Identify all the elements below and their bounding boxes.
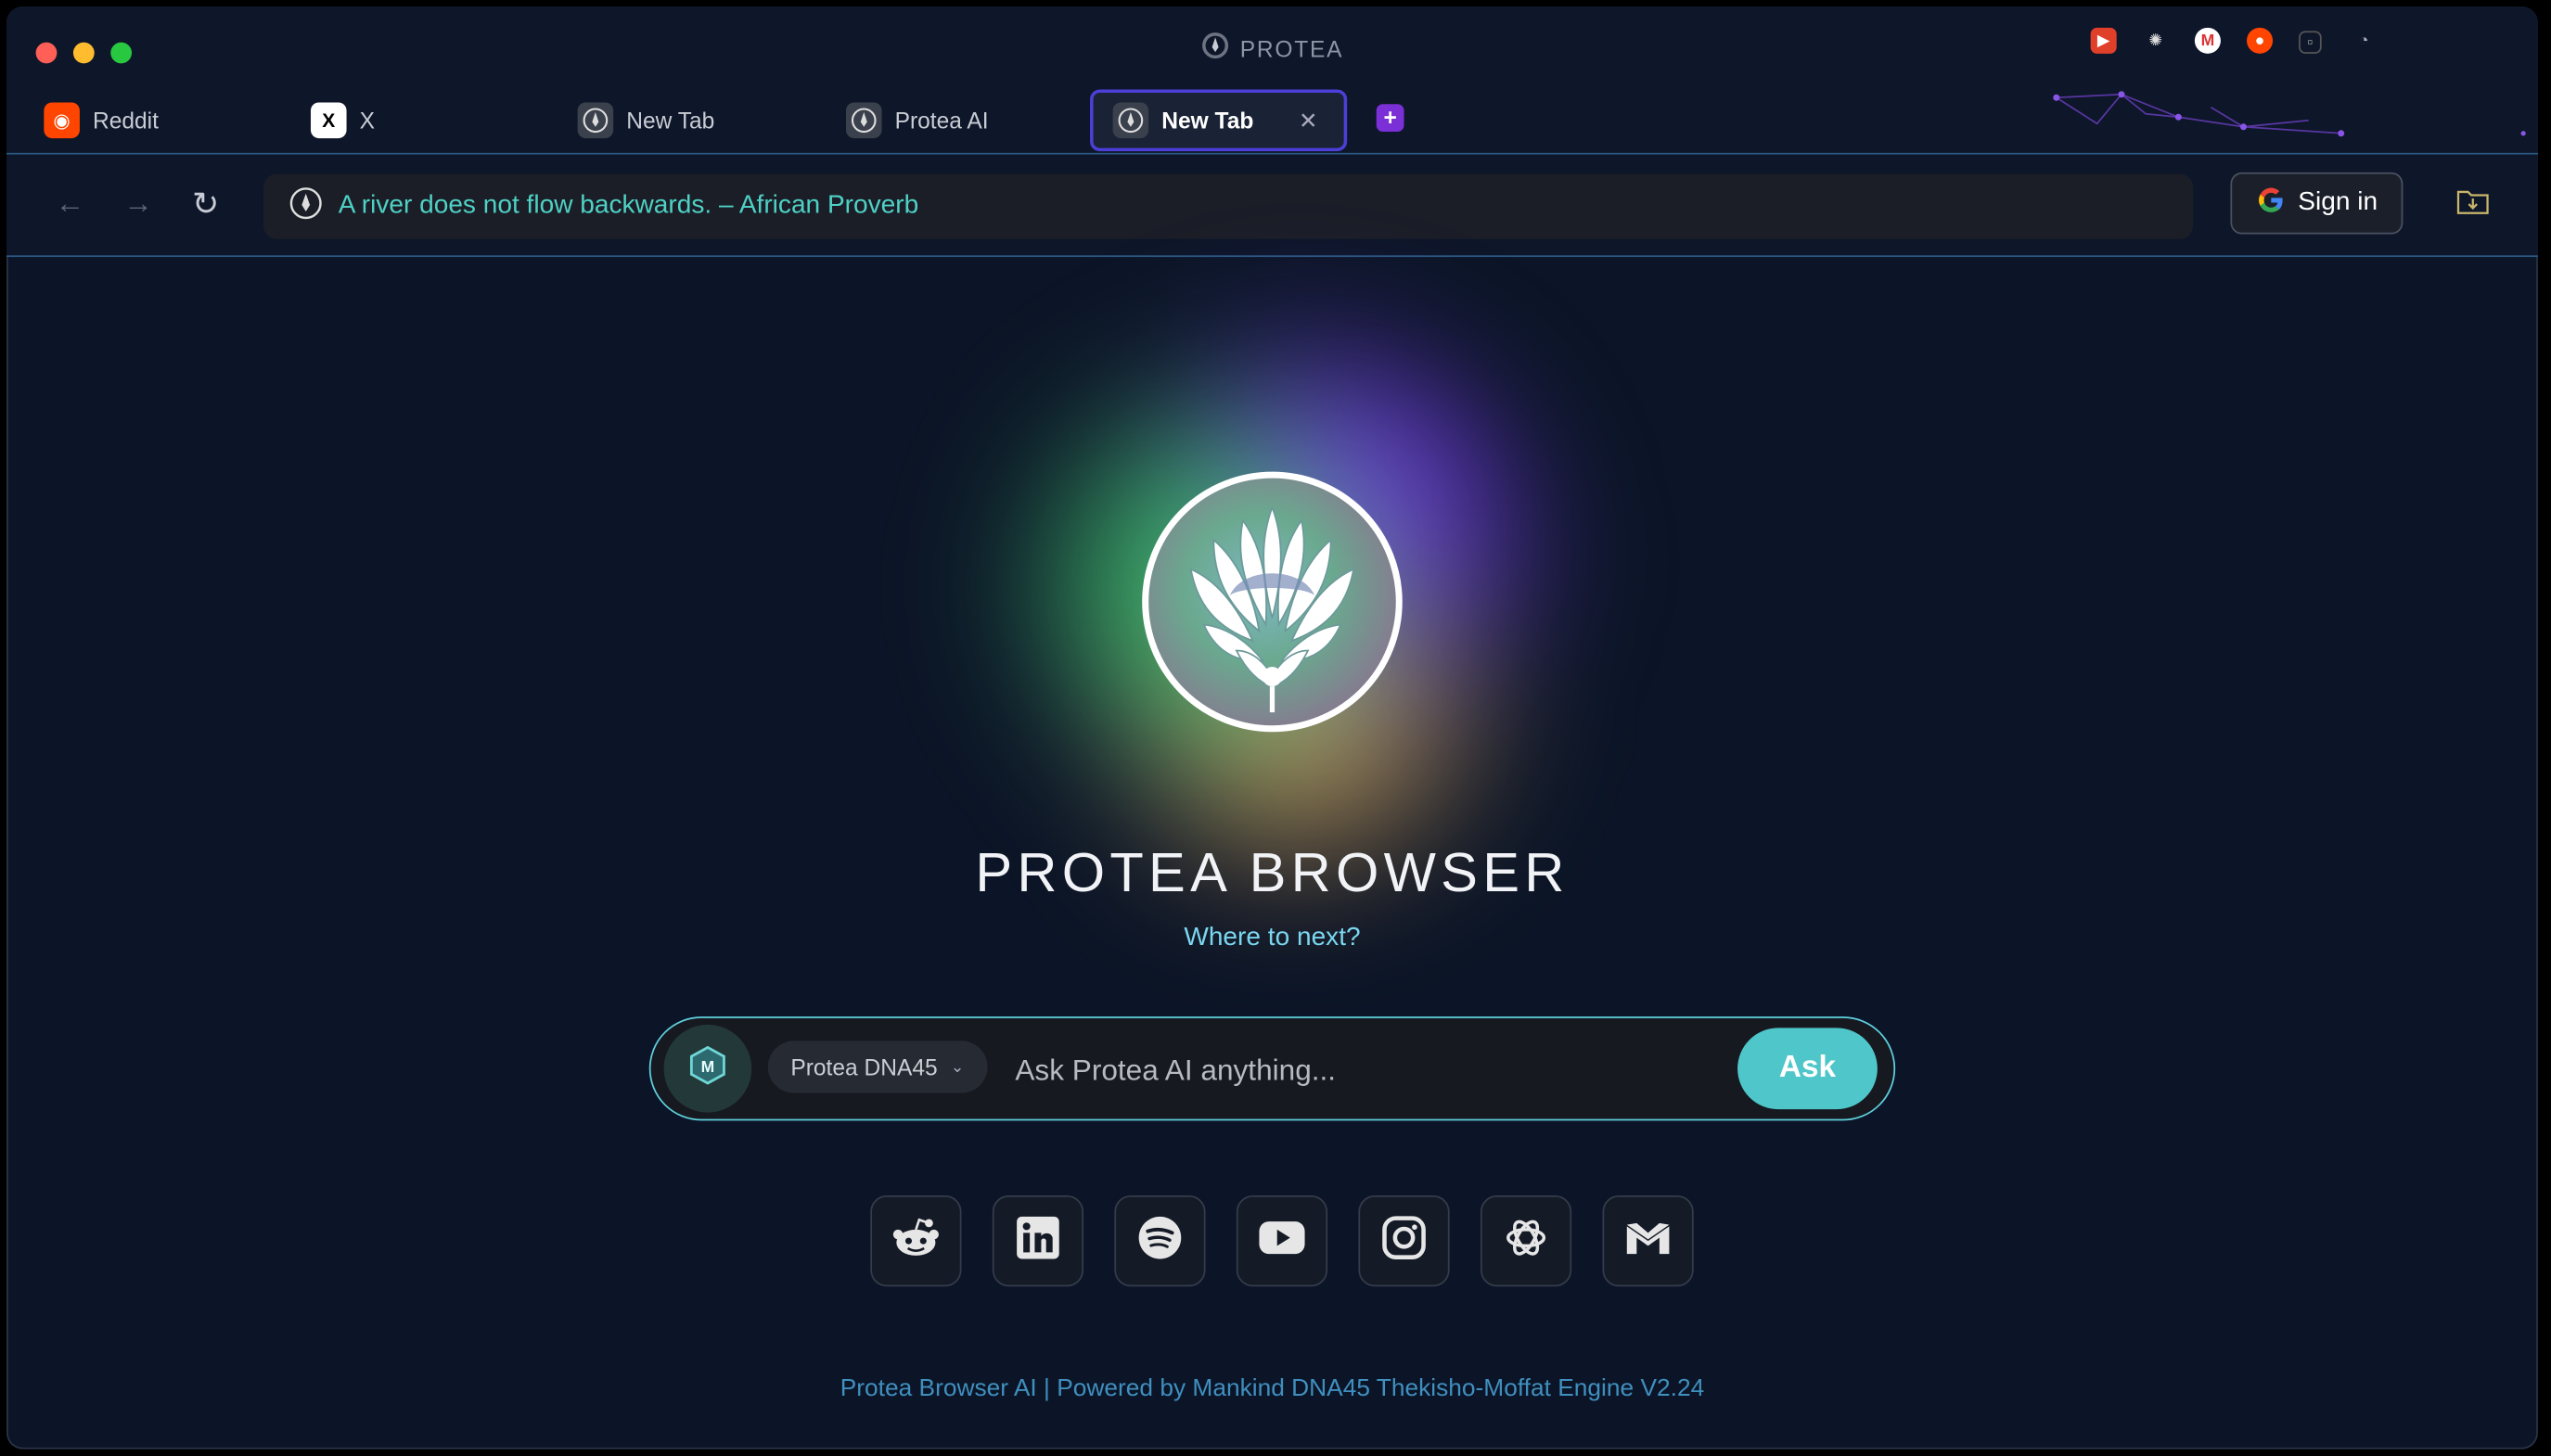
- back-arrow-icon[interactable]: ←: [56, 187, 85, 222]
- square-icon[interactable]: ▫: [2299, 31, 2322, 54]
- shortcut-gmail[interactable]: [1602, 1195, 1694, 1287]
- shortcut-linkedin[interactable]: [992, 1195, 1084, 1287]
- sign-in-label: Sign in: [2298, 188, 2378, 217]
- youtube-icon[interactable]: ▶: [2090, 27, 2117, 54]
- tab-label: New Tab: [626, 107, 715, 134]
- protea-icon: [1112, 102, 1149, 139]
- ask-bar: M Protea DNA45 ⌄ Ask: [648, 1016, 1896, 1121]
- tab-x[interactable]: X X: [310, 89, 539, 151]
- palette-icon[interactable]: ◔: [2351, 28, 2377, 54]
- tab-new-tab-active[interactable]: New Tab ✕: [1090, 89, 1348, 152]
- gmail-icon[interactable]: M: [2194, 27, 2221, 54]
- browser-window: PROTEA ▶ ✺ M ● ▫ ◔ ◉ Reddit X X New Tab …: [6, 6, 2538, 1450]
- model-logo-button[interactable]: M: [663, 1024, 752, 1113]
- x-icon: X: [310, 102, 347, 139]
- shortcut-spotify[interactable]: [1114, 1195, 1206, 1287]
- protea-logo-icon: [1201, 31, 1231, 65]
- google-icon: [2256, 185, 2286, 222]
- linkedin-icon: [1015, 1214, 1060, 1268]
- protea-icon: [577, 102, 614, 139]
- svg-text:M: M: [701, 1056, 715, 1075]
- forward-arrow-icon[interactable]: →: [123, 187, 153, 222]
- tab-label: New Tab: [1161, 107, 1254, 134]
- protea-icon: [845, 102, 882, 139]
- footer-text: Protea Browser AI | Powered by Mankind D…: [840, 1373, 1705, 1402]
- page-subtitle: Where to next?: [1184, 924, 1361, 952]
- reddit-icon[interactable]: ●: [2246, 27, 2274, 54]
- shortcut-instagram[interactable]: [1358, 1195, 1450, 1287]
- mankind-hexagon-icon: M: [686, 1043, 729, 1093]
- shortcut-reddit[interactable]: [870, 1195, 962, 1287]
- shortcut-row: [870, 1195, 1694, 1287]
- tab-label: X: [359, 107, 375, 134]
- protea-logo: [1139, 468, 1406, 735]
- reload-icon[interactable]: ↻: [192, 184, 219, 224]
- navigation-bar: ← → ↻ A river does not flow backwards. –…: [6, 154, 2538, 258]
- tab-label: Protea AI: [894, 107, 989, 134]
- shortcut-openai[interactable]: [1480, 1195, 1572, 1287]
- tab-protea-ai[interactable]: Protea AI: [845, 89, 1074, 151]
- new-tab-icon[interactable]: +: [1376, 104, 1404, 133]
- address-bar[interactable]: A river does not flow backwards. – Afric…: [263, 173, 2194, 239]
- gmail-icon: [1623, 1218, 1673, 1265]
- openai-icon: [1504, 1214, 1549, 1268]
- openai-icon[interactable]: ✺: [2143, 28, 2169, 54]
- youtube-icon: [1258, 1219, 1307, 1262]
- tab-label: Reddit: [92, 107, 159, 134]
- reddit-icon: ◉: [44, 102, 80, 139]
- download-folder-icon[interactable]: [2456, 187, 2489, 224]
- chevron-down-icon: ⌄: [950, 1057, 965, 1077]
- instagram-icon: [1381, 1214, 1427, 1268]
- page-title: PROTEA BROWSER: [975, 842, 1570, 905]
- close-tab-icon[interactable]: ✕: [1299, 107, 1318, 134]
- reddit-icon: [891, 1216, 941, 1266]
- model-selector[interactable]: Protea DNA45 ⌄: [767, 1041, 987, 1093]
- title-bar: PROTEA ▶ ✺ M ● ▫ ◔ ◉ Reddit X X New Tab …: [6, 6, 2538, 155]
- protea-icon: [289, 186, 322, 227]
- window-title: PROTEA: [1239, 34, 1344, 61]
- spotify-icon: [1137, 1214, 1183, 1268]
- tab-reddit[interactable]: ◉ Reddit: [44, 89, 272, 151]
- model-name: Protea DNA45: [790, 1054, 938, 1080]
- ask-button[interactable]: Ask: [1737, 1028, 1878, 1110]
- network-decoration: [2053, 91, 2526, 137]
- shortcut-youtube[interactable]: [1236, 1195, 1328, 1287]
- address-text: A river does not flow backwards. – Afric…: [338, 191, 919, 220]
- tab-new-tab[interactable]: New Tab: [577, 89, 806, 151]
- ask-input[interactable]: [1011, 1041, 1702, 1100]
- sign-in-button[interactable]: Sign in: [2230, 172, 2404, 235]
